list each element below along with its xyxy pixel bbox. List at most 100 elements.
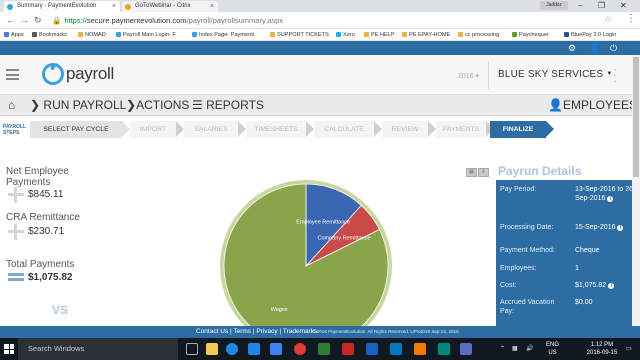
info-icon[interactable]: i [608, 283, 615, 289]
company-name: BLUE SKY SERVICES [498, 69, 604, 80]
tab-gotowebinar[interactable]: GoToWebinar - Citrix × [122, 1, 218, 12]
app-icon[interactable] [414, 343, 426, 355]
power-icon[interactable]: ⏻ [610, 42, 617, 54]
company-select[interactable]: BLUE SKY SERVICES ▼ [498, 69, 612, 80]
url-field[interactable]: 🔒 https://secure.paymentevolution.com/pay… [52, 15, 612, 27]
ie-icon[interactable] [270, 343, 282, 355]
step-finalize[interactable]: FINALIZE [490, 121, 546, 138]
privacy-link[interactable]: Privacy [256, 328, 277, 335]
restore-icon[interactable]: ❐ [598, 0, 605, 11]
info-icon[interactable]: i [617, 225, 624, 231]
bookmark-apps[interactable]: Apps [4, 29, 24, 41]
file-explorer-icon[interactable] [206, 343, 218, 355]
scrollbar-thumb[interactable] [633, 57, 639, 177]
app-icon[interactable] [438, 343, 450, 355]
edge-icon[interactable] [226, 343, 238, 355]
tab-summary[interactable]: Summary - PaymentEvolution × [4, 1, 120, 12]
payrun-details-title: Payrun Details [498, 164, 582, 178]
payroll-logo[interactable]: payroll [42, 63, 122, 87]
volume-icon[interactable]: 🔊 [526, 338, 533, 360]
bookmark-bookmarks[interactable]: Bookmarks [32, 29, 67, 41]
tab-summary-label: Summary - PaymentEvolution [17, 3, 97, 9]
hamburger-menu-icon[interactable] [6, 69, 19, 80]
reload-icon[interactable]: ↻ [34, 14, 42, 26]
step-import[interactable]: IMPORT [130, 121, 176, 138]
page-scrollbar[interactable] [632, 55, 640, 326]
net-employee-value: $845.11 [28, 189, 64, 200]
language-indicator[interactable]: ENG US [546, 341, 559, 357]
more-options-icon[interactable]: · · · [610, 65, 620, 87]
bookmark-payroll-main[interactable]: Payroll Main Login- F [116, 29, 176, 41]
minimize-icon[interactable]: – [578, 0, 582, 11]
close-window-icon[interactable]: ✕ [620, 0, 627, 11]
user-icon[interactable]: 👤 [589, 42, 600, 54]
step-chevron [374, 121, 382, 137]
browser-menu-icon[interactable]: ⋮ [626, 13, 636, 24]
step-select-pay-cycle[interactable]: SELECT PAY CYCLE [30, 121, 122, 138]
terms-link[interactable]: Terms [233, 328, 251, 335]
info-icon[interactable]: i [607, 196, 614, 202]
contact-link[interactable]: Contact Us [196, 328, 228, 335]
tab-gotowebinar-label: GoToWebinar - Citrix [135, 3, 191, 9]
payrun-details-panel: Pay Period: 13-Sep-2016 to 26-Sep-2016 i Pr… [496, 180, 638, 326]
payment-summary: Net Employee Payments $845.11 CRA Remitt… [6, 166, 146, 284]
profile-button[interactable]: Jaddzz [540, 1, 568, 10]
bookmark-bluepay[interactable]: BluePay 3.0 Login [564, 29, 616, 41]
detail-value: $0.00 [575, 298, 637, 307]
forward-icon[interactable]: → [20, 14, 29, 26]
app-icon[interactable] [460, 343, 472, 355]
nav-employees[interactable]: 👤EMPLOYEES [548, 98, 637, 113]
step-chevron [122, 121, 130, 137]
acrobat-icon[interactable] [342, 343, 354, 355]
windows-start-icon[interactable] [4, 344, 14, 354]
notifications-icon[interactable]: ▭ [626, 338, 632, 360]
step-calculate[interactable]: CALCULATE [314, 121, 374, 138]
copyright-text: © 2016 PaymentEvolution. All Rights Rese… [312, 329, 459, 334]
home-icon[interactable]: ⌂ [8, 98, 15, 113]
gear-icon[interactable]: ⚙ [568, 42, 576, 54]
chrome-icon[interactable] [294, 343, 306, 355]
step-review[interactable]: REVIEW [382, 121, 428, 138]
bookmark-index-page[interactable]: Index Page- Paymenti [192, 29, 254, 41]
nav-actions[interactable]: ❯ACTIONS [126, 98, 189, 113]
bookmark-support-tickets[interactable]: SUPPORT TICKETS [270, 29, 329, 41]
taskbar-clock[interactable]: 1:12 PM 2016-09-15 [582, 341, 622, 357]
step-salaries[interactable]: SALARIES [184, 121, 238, 138]
bookmark-label: PE HELP [371, 32, 395, 38]
nav-run-payroll[interactable]: ❯ RUN PAYROLL [30, 98, 126, 113]
bookmark-pe-epay[interactable]: PE EPAY-HOME [402, 29, 450, 41]
step-timesheets[interactable]: TIMESHEETS [246, 121, 306, 138]
step-payments[interactable]: PAYMENTS [436, 121, 486, 138]
star-icon [32, 32, 37, 37]
payrun-pie-chart: Wages Employee Remittance Company Remittan… [210, 170, 410, 330]
close-tab-icon[interactable]: × [112, 1, 116, 12]
task-view-icon[interactable] [186, 343, 198, 355]
year-select[interactable]: 2016 [458, 72, 479, 80]
excel-icon[interactable] [318, 343, 330, 355]
network-icon[interactable]: ▦ [512, 338, 518, 360]
bookmark-pe-help[interactable]: PE HELP [364, 29, 395, 41]
back-icon[interactable]: ← [6, 14, 15, 26]
word-icon[interactable] [366, 343, 378, 355]
taskbar-search-input[interactable]: Search Windows [18, 338, 178, 360]
bookmark-label: NOMAD [85, 32, 106, 38]
page-icon [512, 32, 517, 37]
payroll-steps: PAYROLL STEPS SELECT PAY CYCLE IMPORT SA… [0, 118, 640, 142]
detail-key: Accrued Vacation Pay: [500, 299, 555, 315]
url-host: secure.paymentevolution.com [86, 16, 187, 25]
nav-reports[interactable]: ☰ REPORTS [192, 98, 264, 113]
bookmark-paychequer[interactable]: Paychequer [512, 29, 549, 41]
detail-value-text: 1 [575, 265, 579, 272]
print-icon[interactable]: ▤ [466, 168, 477, 177]
bookmark-xero[interactable]: Xero [336, 29, 355, 41]
bookmark-star-icon[interactable]: ☆ [604, 14, 612, 25]
detail-value: 13-Sep-2016 to 26-Sep-2016 i [575, 185, 637, 203]
close-tab-icon[interactable]: × [210, 1, 214, 12]
bookmark-label: PE EPAY-HOME [409, 32, 451, 38]
bookmark-nomad[interactable]: NOMAD [78, 29, 106, 41]
tray-arrow-icon[interactable]: ⌃ [500, 338, 505, 360]
store-icon[interactable] [248, 343, 260, 355]
bookmark-cc-processing[interactable]: cc processing [458, 29, 499, 41]
download-icon[interactable]: ⇩ [478, 168, 489, 177]
outlook-icon[interactable] [390, 343, 402, 355]
